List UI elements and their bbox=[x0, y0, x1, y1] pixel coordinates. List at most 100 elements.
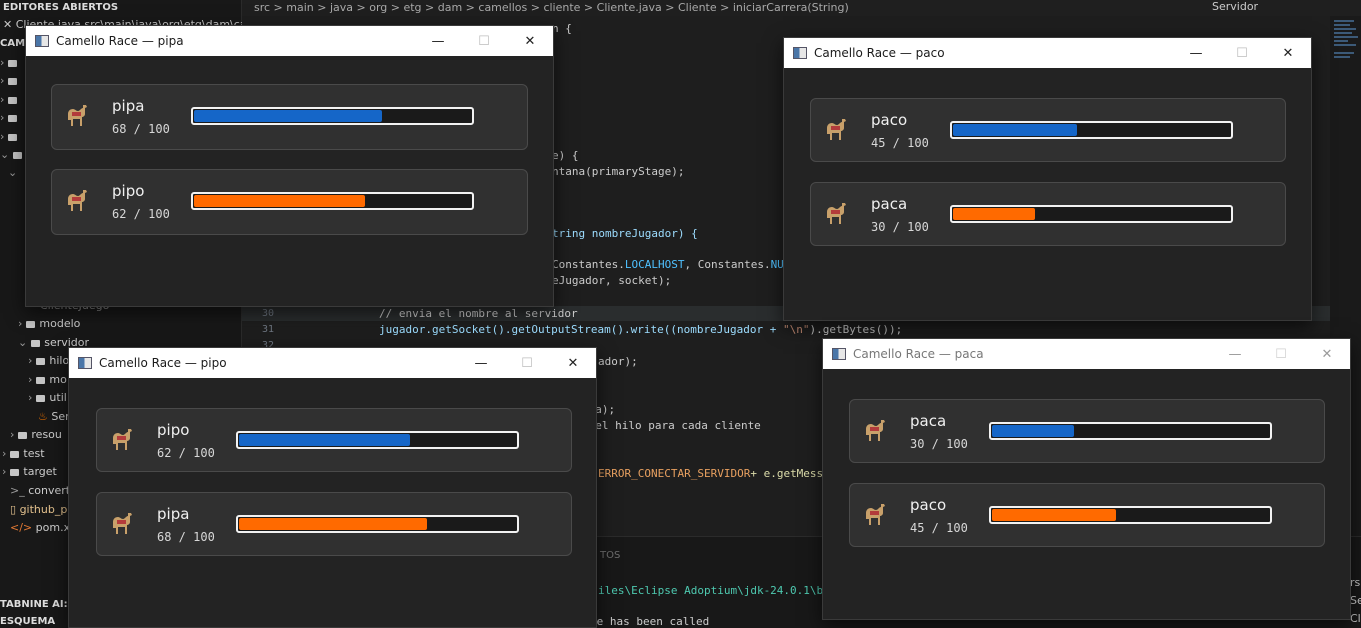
minimize-icon[interactable]: — bbox=[1173, 38, 1219, 68]
folder-icon bbox=[8, 77, 18, 85]
panel-side-label[interactable]: Cl bbox=[1350, 612, 1361, 625]
folder-icon bbox=[36, 394, 46, 402]
tree-item-mo[interactable]: › mo bbox=[28, 373, 67, 386]
tree-folder-open[interactable]: ⌄ bbox=[8, 166, 21, 179]
player-card: pipa 68 / 100 bbox=[51, 84, 528, 150]
folder-icon bbox=[18, 431, 28, 439]
close-icon[interactable]: ✕ bbox=[507, 26, 553, 56]
camel-icon bbox=[866, 504, 885, 525]
maximize-icon[interactable]: ☐ bbox=[1219, 38, 1265, 68]
tree-item-resources[interactable]: › resou bbox=[10, 428, 62, 441]
tree-item-ser[interactable]: ♨ Ser bbox=[38, 410, 70, 423]
tree-folder[interactable]: › bbox=[0, 93, 21, 106]
player-score: 45 / 100 bbox=[871, 136, 929, 150]
open-editors-header[interactable]: EDITORES ABIERTOS bbox=[3, 2, 118, 13]
line-number: 30 bbox=[262, 308, 275, 319]
player-name: paca bbox=[910, 412, 947, 430]
progress-bar bbox=[191, 192, 474, 210]
terminal-line: iles\Eclipse Adoptium\jdk-24.0.1\bin\ bbox=[598, 584, 844, 597]
progress-fill bbox=[194, 195, 365, 207]
camel-icon bbox=[827, 119, 846, 140]
tree-item-github[interactable]: ▯ github_p bbox=[10, 503, 67, 516]
progress-bar bbox=[236, 431, 519, 449]
tree-item-util[interactable]: › util bbox=[28, 391, 67, 404]
player-score: 45 / 100 bbox=[910, 521, 968, 535]
code-line: n { bbox=[552, 22, 572, 35]
code-line: e) { bbox=[552, 149, 579, 162]
player-card: pipa 68 / 100 bbox=[96, 492, 572, 556]
code-line: ador); bbox=[598, 355, 638, 368]
app-icon bbox=[78, 357, 92, 369]
window-titlebar[interactable]: Camello Race — pipo — ☐ ✕ bbox=[69, 348, 596, 378]
panel-side-label[interactable]: Se bbox=[1350, 594, 1361, 607]
progress-fill bbox=[239, 434, 410, 446]
chevron-right-icon: › bbox=[0, 56, 5, 69]
tree-folder[interactable]: › bbox=[0, 56, 21, 69]
breadcrumb[interactable]: src > main > java > org > etg > dam > ca… bbox=[242, 0, 1361, 16]
close-icon[interactable]: ✕ bbox=[1304, 339, 1350, 369]
tree-folder[interactable]: › bbox=[0, 111, 21, 124]
player-card: paco 45 / 100 bbox=[810, 98, 1286, 162]
progress-fill bbox=[194, 110, 382, 122]
xml-icon: </> bbox=[10, 521, 36, 534]
panel-tab-label[interactable]: TOS bbox=[600, 550, 620, 561]
window-title: Camello Race — paca bbox=[853, 347, 984, 361]
window-paca[interactable]: Camello Race — paca — ☐ ✕ paca 30 / 100 … bbox=[822, 338, 1351, 620]
tree-item-target[interactable]: › target bbox=[2, 465, 57, 478]
close-icon[interactable]: ✕ bbox=[1265, 38, 1311, 68]
minimize-icon[interactable]: — bbox=[1212, 339, 1258, 369]
player-card: paca 30 / 100 bbox=[849, 399, 1325, 463]
tree-folder[interactable]: › bbox=[0, 130, 21, 143]
camel-icon bbox=[113, 513, 132, 534]
code-line: jugador.getSocket().getOutputStream().wr… bbox=[379, 323, 903, 336]
progress-fill bbox=[992, 425, 1074, 437]
window-pipo[interactable]: Camello Race — pipo — ☐ ✕ pipo 62 / 100 … bbox=[68, 347, 597, 628]
player-name: pipa bbox=[157, 505, 190, 523]
tree-item-hilo[interactable]: › hilo bbox=[28, 354, 69, 367]
minimize-icon[interactable]: — bbox=[458, 348, 504, 378]
window-titlebar[interactable]: Camello Race — paco — ☐ ✕ bbox=[784, 38, 1311, 68]
terminal-icon: >_ bbox=[10, 484, 29, 497]
close-icon[interactable]: ✕ bbox=[3, 18, 16, 31]
player-score: 30 / 100 bbox=[910, 437, 968, 451]
player-score: 62 / 100 bbox=[112, 207, 170, 221]
window-titlebar[interactable]: Camello Race — pipa — ☐ ✕ bbox=[26, 26, 553, 56]
folder-icon bbox=[8, 114, 18, 122]
folder-icon bbox=[36, 357, 46, 365]
window-pipa[interactable]: Camello Race — pipa — ☐ ✕ pipa 68 / 100 … bbox=[25, 25, 554, 307]
player-name: paco bbox=[871, 111, 908, 129]
camel-icon bbox=[827, 203, 846, 224]
player-card: pipo 62 / 100 bbox=[96, 408, 572, 472]
chevron-right-icon: › bbox=[18, 317, 23, 330]
tree-folder[interactable]: › bbox=[0, 74, 21, 87]
player-name: paco bbox=[910, 496, 947, 514]
tree-item-test[interactable]: › test bbox=[2, 447, 45, 460]
progress-bar bbox=[989, 506, 1272, 524]
app-icon bbox=[35, 35, 49, 47]
maximize-icon[interactable]: ☐ bbox=[504, 348, 550, 378]
panel-side-label[interactable]: rs bbox=[1350, 576, 1360, 589]
outline-header[interactable]: ESQUEMA bbox=[0, 616, 55, 627]
folder-open-icon bbox=[31, 339, 41, 347]
player-score: 68 / 100 bbox=[112, 122, 170, 136]
progress-bar bbox=[191, 107, 474, 125]
progress-fill bbox=[953, 124, 1077, 136]
minimize-icon[interactable]: — bbox=[415, 26, 461, 56]
code-comment: // envia el nombre al servidor bbox=[379, 307, 578, 320]
window-titlebar[interactable]: Camello Race — paca — ☐ ✕ bbox=[823, 339, 1350, 369]
tree-folder-open[interactable]: ⌄ bbox=[0, 148, 26, 161]
terminal-line: fe has been called bbox=[590, 615, 710, 628]
player-score: 62 / 100 bbox=[157, 446, 215, 460]
run-config-label[interactable]: Servidor bbox=[1212, 0, 1258, 13]
folder-open-icon bbox=[13, 151, 23, 159]
tree-item-modelo[interactable]: › modelo bbox=[18, 317, 80, 330]
maximize-icon[interactable]: ☐ bbox=[461, 26, 507, 56]
code-line: ERROR_CONECTAR_SERVIDOR+ e.getMessa bbox=[598, 467, 830, 480]
window-paco[interactable]: Camello Race — paco — ☐ ✕ paco 45 / 100 … bbox=[783, 37, 1312, 321]
player-name: pipa bbox=[112, 97, 145, 115]
close-icon[interactable]: ✕ bbox=[550, 348, 596, 378]
chevron-right-icon: › bbox=[28, 391, 33, 404]
chevron-right-icon: › bbox=[0, 93, 5, 106]
folder-icon bbox=[10, 450, 20, 458]
maximize-icon[interactable]: ☐ bbox=[1258, 339, 1304, 369]
